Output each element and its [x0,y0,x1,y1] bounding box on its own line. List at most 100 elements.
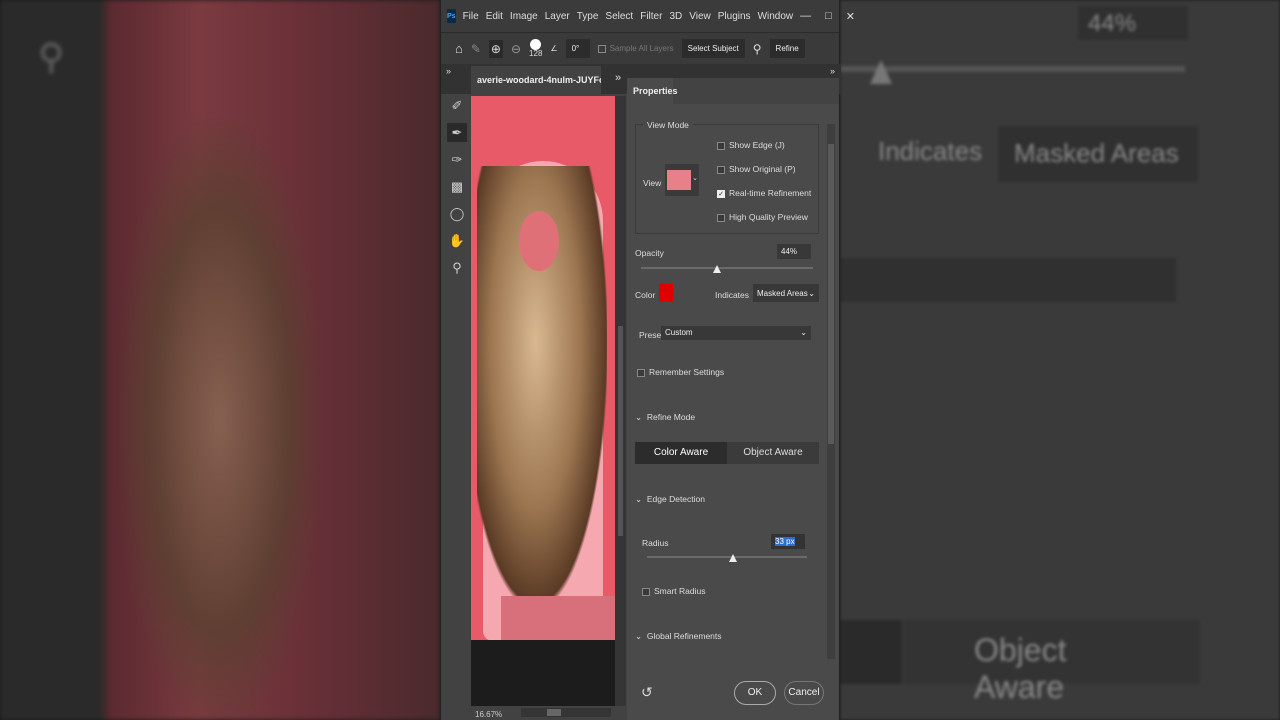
blurred-background-left: ⚲ [0,0,440,720]
document-tab[interactable]: averie-woodard-4nulm-JUYFo-un [471,66,601,94]
global-refinements-section[interactable]: ⌄ Global Refinements [635,631,722,642]
opacity-slider-thumb[interactable] [712,265,721,273]
radius-value: 33 px [775,537,795,546]
remember-settings-checkbox[interactable]: Remember Settings [637,367,724,377]
show-edge-label: Show Edge (J) [729,140,785,150]
high-quality-preview-label: High Quality Preview [729,212,808,222]
maximize-icon[interactable]: □ [825,10,832,23]
indicates-label: Indicates [715,290,750,300]
menu-bar: Ps File Edit Image Layer Type Select Fil… [441,0,855,32]
search-icon[interactable]: ⚲ [753,42,762,56]
show-edge-checkbox[interactable]: Show Edge (J) [717,140,785,150]
opacity-slider[interactable] [641,267,813,269]
bg-object-aware: Object Aware [904,620,1200,705]
menu-filter[interactable]: Filter [640,11,662,22]
reset-icon[interactable]: ↺ [641,684,653,701]
preset-value: Custom [665,328,693,337]
close-icon[interactable]: ✕ [846,10,855,23]
color-label: Color [635,290,656,300]
indicates-dropdown[interactable]: Masked Areas ⌄ [753,284,819,302]
overlay-color-swatch[interactable] [659,284,673,302]
tab-properties[interactable]: Properties [627,78,678,104]
chevron-down-icon: ⌄ [635,412,643,422]
properties-scrollbar[interactable] [827,124,835,659]
preset-label: Preset [639,330,664,340]
global-refinements-heading: Global Refinements [646,631,722,641]
collapse-panels-icon[interactable]: » [615,72,621,84]
quick-selection-tool-icon[interactable]: ✐ [447,96,467,115]
angle-icon: ∠ [550,44,558,53]
brush-size-picker[interactable]: 128 [529,39,542,58]
zoom-tool-icon[interactable]: ⚲ [447,258,467,277]
photoshop-window: Ps File Edit Image Layer Type Select Fil… [440,0,855,720]
refine-mode-section[interactable]: ⌄ Refine Mode [635,412,695,423]
minimize-icon[interactable]: — [800,10,811,23]
smart-radius-checkbox[interactable]: Smart Radius [642,586,706,596]
refine-edge-brush-icon[interactable]: ✒ [447,123,467,142]
opacity-label: Opacity [635,248,664,258]
edge-detection-heading: Edge Detection [646,494,705,504]
options-bar: ⌂ ✎ ⊕ ⊖ 128 ∠ 0° Sample All Layers Selec… [441,32,839,64]
indicates-value: Masked Areas [757,289,808,298]
radius-slider[interactable] [647,556,807,558]
menu-select[interactable]: Select [605,11,633,22]
menu-3d[interactable]: 3D [669,11,682,22]
bg-masked-areas: Masked Areas [998,126,1198,182]
sample-all-layers-label: Sample All Layers [609,44,674,53]
menu-type[interactable]: Type [577,11,599,22]
toolbar: ✐ ✒ ✑ ▩ ◯ ✋ ⚲ [445,96,469,277]
menu-file[interactable]: File [463,11,479,22]
radius-input[interactable]: 33 px [771,534,805,549]
properties-panel: Properties View Mode View ⌄ Show Edge (J… [627,78,839,720]
hand-tool-icon[interactable]: ✋ [447,231,467,250]
zoom-icon: ⚲ [38,36,65,77]
sample-all-layers-checkbox[interactable]: Sample All Layers [597,44,674,53]
home-icon[interactable]: ⌂ [455,41,463,56]
subtract-mode-icon[interactable]: ⊖ [511,42,521,56]
add-mode-icon[interactable]: ⊕ [488,39,503,58]
chevron-down-icon: ⌄ [635,494,643,504]
refine-mode-heading: Refine Mode [646,412,696,422]
cancel-button[interactable]: Cancel [784,681,824,705]
canvas-vertical-scrollbar[interactable] [615,96,626,706]
high-quality-preview-checkbox[interactable]: High Quality Preview [717,212,808,222]
menu-layer[interactable]: Layer [545,11,570,22]
photoshop-logo: Ps [447,9,456,23]
bg-indicates: Indicates [878,136,983,166]
ok-button[interactable]: OK [734,681,776,705]
object-selection-tool-icon[interactable]: ▩ [447,177,467,196]
smart-radius-label: Smart Radius [654,586,706,596]
show-original-label: Show Original (P) [729,164,796,174]
realtime-refinement-checkbox[interactable]: ✓ Real-time Refinement [717,188,811,198]
menu-window[interactable]: Window [758,11,794,22]
object-aware-button[interactable]: Object Aware [727,442,819,464]
chevron-down-icon: ⌄ [635,631,643,641]
brush-size: 128 [529,49,543,58]
angle-input[interactable]: 0° [565,39,590,58]
canvas-horizontal-scrollbar[interactable] [521,708,611,717]
view-thumbnail-dropdown[interactable]: ⌄ [665,164,699,196]
expand-toolbar-icon[interactable]: » [446,66,451,76]
brush-tool-icon[interactable]: ✑ [447,150,467,169]
expand-properties-icon[interactable]: » [830,66,835,76]
zoom-level: 16.67% [475,710,503,719]
refine-hair-button[interactable]: Refine [769,39,805,58]
menu-plugins[interactable]: Plugins [718,11,751,22]
menu-image[interactable]: Image [510,11,538,22]
document-canvas[interactable] [471,96,615,640]
color-aware-button[interactable]: Color Aware [635,442,727,464]
brush-tool-icon[interactable]: ✎ [471,42,481,56]
radius-slider-thumb[interactable] [729,554,738,562]
edge-detection-section[interactable]: ⌄ Edge Detection [635,494,705,505]
lasso-tool-icon[interactable]: ◯ [447,204,467,223]
menu-view[interactable]: View [689,11,711,22]
opacity-input[interactable]: 44% [777,244,811,259]
preset-dropdown[interactable]: Custom ⌄ [661,326,811,340]
show-original-checkbox[interactable]: Show Original (P) [717,164,796,174]
menu-edit[interactable]: Edit [486,11,503,22]
select-subject-button[interactable]: Select Subject [681,39,745,58]
view-label: View [643,178,662,188]
radius-label: Radius [642,538,669,548]
bg-opacity: 44% [1078,6,1188,40]
remember-settings-label: Remember Settings [649,367,725,377]
